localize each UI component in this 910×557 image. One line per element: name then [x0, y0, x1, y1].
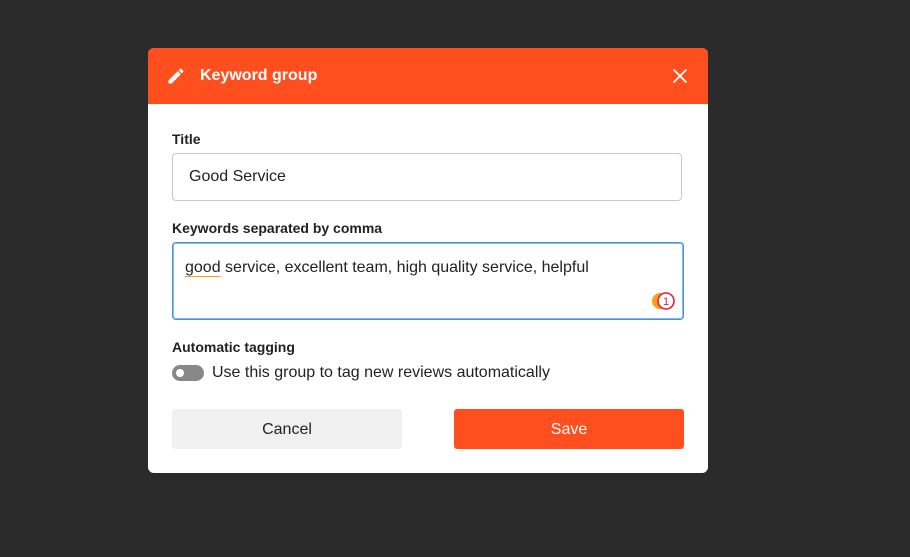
spellcheck-count: 1	[663, 296, 669, 308]
dialog-header: Keyword group	[148, 48, 708, 104]
toggle-knob	[176, 369, 184, 377]
spellcheck-badge-icon[interactable]: 1	[651, 291, 675, 311]
keyword-group-dialog: Keyword group Title Good Service Keyword…	[148, 48, 708, 473]
keywords-label: Keywords separated by comma	[172, 220, 383, 236]
auto-tagging-label: Automatic tagging	[172, 339, 295, 355]
dialog-title: Keyword group	[200, 67, 318, 84]
save-button[interactable]: Save	[454, 409, 684, 449]
keywords-text: service, excellent team, high quality se…	[220, 259, 589, 276]
keywords-input[interactable]: good service, excellent team, high quali…	[172, 242, 684, 320]
pencil-icon	[168, 68, 184, 84]
close-icon[interactable]	[672, 68, 688, 84]
title-input[interactable]: Good Service	[172, 153, 682, 201]
title-label: Title	[172, 131, 201, 147]
auto-tagging-toggle[interactable]	[172, 365, 204, 381]
auto-tagging-description: Use this group to tag new reviews automa…	[212, 364, 550, 381]
cancel-button[interactable]: Cancel	[172, 409, 402, 449]
misspelled-word: good	[185, 259, 221, 276]
